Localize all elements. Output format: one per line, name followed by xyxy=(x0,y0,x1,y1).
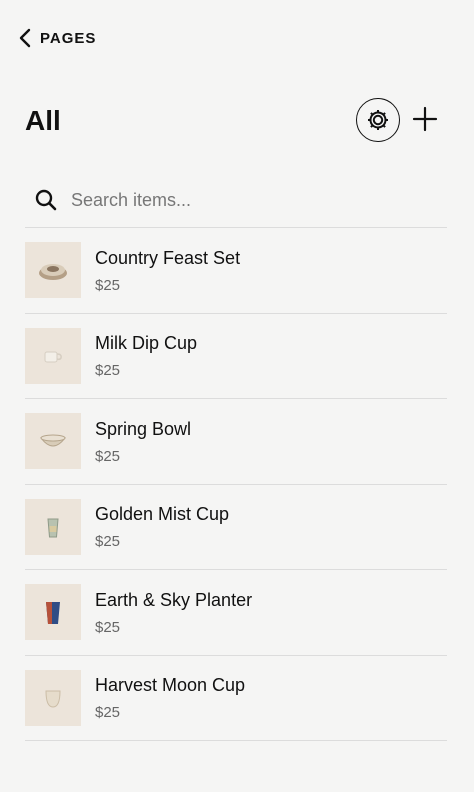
item-price: $25 xyxy=(95,704,121,722)
item-name: Earth & Sky Planter xyxy=(95,589,253,610)
item-price: $25 xyxy=(95,276,121,294)
item-name: Spring Bowl xyxy=(95,418,192,439)
list-item[interactable]: Milk Dip Cup $25 xyxy=(25,314,447,399)
back-to-pages-link[interactable]: PAGES xyxy=(18,28,96,48)
product-thumbnail xyxy=(25,413,81,470)
item-name: Country Feast Set xyxy=(95,247,241,268)
list-item[interactable]: Spring Bowl $25 xyxy=(25,399,447,485)
page-title: All xyxy=(25,105,61,136)
items-list: Country Feast Set $25 Milk Dip Cup $25 S… xyxy=(25,228,447,741)
back-label: PAGES xyxy=(40,29,97,47)
item-name: Milk Dip Cup xyxy=(95,333,198,354)
item-price: $25 xyxy=(95,362,121,380)
item-price: $25 xyxy=(95,533,121,551)
list-item[interactable]: Country Feast Set $25 xyxy=(25,228,447,314)
list-item[interactable]: Earth & Sky Planter $25 xyxy=(25,570,447,656)
search-icon xyxy=(35,189,57,211)
item-name: Golden Mist Cup xyxy=(95,504,230,525)
list-item[interactable]: Golden Mist Cup $25 xyxy=(25,485,447,570)
plus-icon xyxy=(412,106,438,132)
gear-icon xyxy=(368,110,388,130)
item-price: $25 xyxy=(95,618,121,636)
item-price: $25 xyxy=(95,447,121,465)
product-thumbnail xyxy=(25,327,81,384)
product-thumbnail xyxy=(25,498,81,555)
search-bar xyxy=(25,178,447,222)
list-item[interactable]: Harvest Moon Cup $25 xyxy=(25,656,447,741)
search-input[interactable] xyxy=(69,188,433,212)
add-item-button[interactable] xyxy=(410,104,440,134)
product-thumbnail xyxy=(25,584,81,641)
chevron-left-icon xyxy=(19,28,31,48)
product-thumbnail xyxy=(25,669,81,726)
product-thumbnail xyxy=(25,242,81,299)
item-name: Harvest Moon Cup xyxy=(95,675,246,696)
settings-button[interactable] xyxy=(356,98,400,142)
